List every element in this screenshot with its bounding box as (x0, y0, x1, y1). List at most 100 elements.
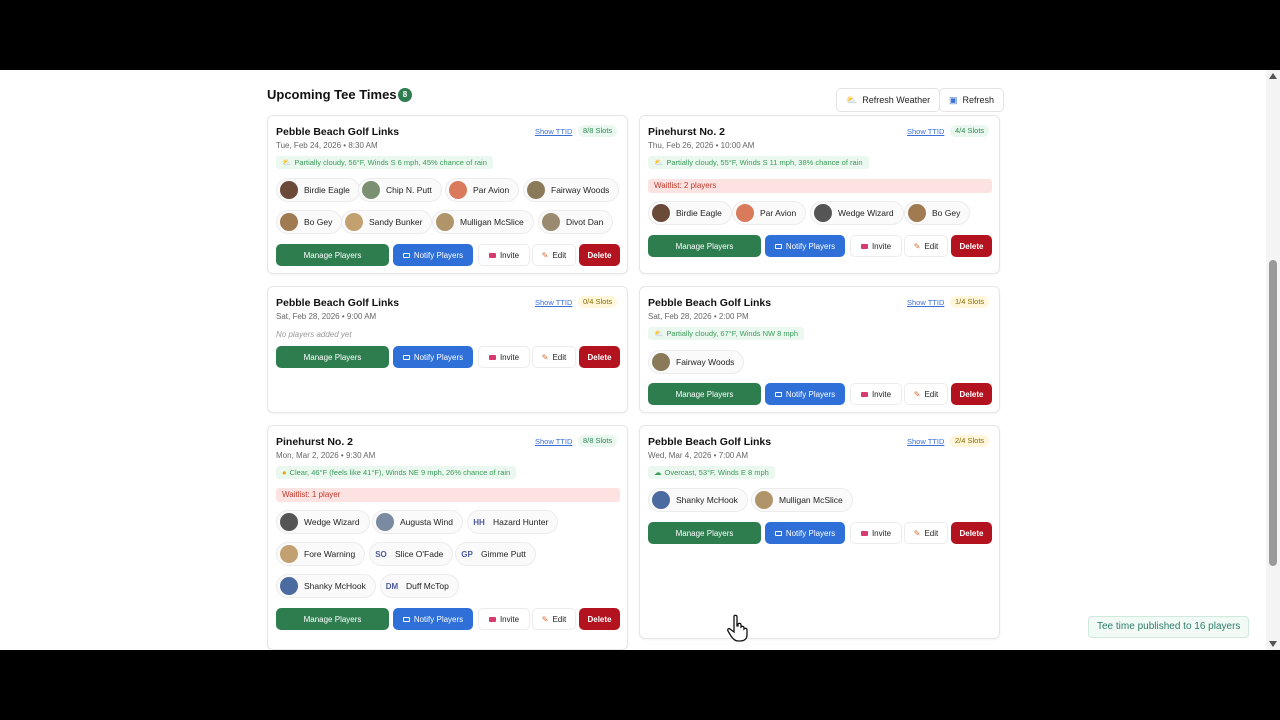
invite-button[interactable]: Invite (850, 383, 902, 405)
player-chip[interactable]: Mulligan McSlice (751, 488, 853, 512)
player-chip[interactable]: Wedge Wizard (276, 510, 370, 534)
delete-button[interactable]: Delete (579, 244, 620, 266)
player-chip[interactable]: Par Avion (732, 201, 807, 225)
player-chip[interactable]: Shanky McHook (276, 574, 376, 598)
initials-avatar: DM (385, 581, 399, 591)
pencil-icon: ✎ (913, 528, 921, 538)
player-chip[interactable]: Sandy Bunker (341, 210, 433, 234)
edit-button[interactable]: ✎ Edit (532, 608, 576, 630)
player-chip[interactable]: GP Gimme Putt (455, 542, 536, 566)
player-chip[interactable]: Augusta Wind (372, 510, 463, 534)
avatar (280, 213, 298, 231)
player-chip[interactable]: DM Duff McTop (380, 574, 459, 598)
pencil-icon: ✎ (913, 241, 921, 251)
show-ttid-link[interactable]: Show TTID (535, 298, 572, 307)
initials-avatar: HH (473, 517, 485, 527)
avatar (527, 181, 545, 199)
edit-button[interactable]: ✎ Edit (904, 383, 948, 405)
invite-button[interactable]: Invite (478, 346, 530, 368)
slots-badge: 2/4 Slots (950, 435, 990, 447)
overcast-icon: ☁ (654, 468, 662, 477)
weather-info: ☁ Overcast, 53°F, Winds E 8 mph (648, 466, 775, 479)
manage-players-button[interactable]: Manage Players (276, 346, 389, 368)
manage-players-button[interactable]: Manage Players (648, 522, 761, 544)
notify-icon (402, 616, 410, 622)
mail-icon (860, 243, 868, 249)
player-chip[interactable]: HH Hazard Hunter (467, 510, 559, 534)
player-chip[interactable]: Birdie Eagle (648, 201, 732, 225)
player-chip[interactable]: Mulligan McSlice (432, 210, 534, 234)
notify-players-button[interactable]: Notify Players (393, 346, 473, 368)
main-viewport: Upcoming Tee Times 8 ⛅ Refresh Weather ▣… (0, 70, 1280, 650)
refresh-weather-button[interactable]: ⛅ Refresh Weather (836, 88, 941, 112)
avatar (436, 213, 454, 231)
player-chip[interactable]: Birdie Eagle (276, 178, 360, 202)
vertical-scrollbar[interactable] (1266, 70, 1280, 650)
show-ttid-link[interactable]: Show TTID (907, 437, 944, 446)
invite-button[interactable]: Invite (850, 522, 902, 544)
scrollbar-thumb[interactable] (1269, 260, 1277, 566)
scroll-down-icon[interactable] (1269, 641, 1277, 647)
show-ttid-link[interactable]: Show TTID (535, 127, 572, 136)
player-chip[interactable]: Wedge Wizard (810, 201, 904, 225)
course-name: Pinehurst No. 2 (648, 126, 726, 138)
notify-icon (774, 391, 782, 397)
player-chip[interactable]: Bo Gey (904, 201, 971, 225)
weather-info: ● Clear, 46°F (feels like 41°F), Winds NE… (276, 466, 517, 479)
show-ttid-link[interactable]: Show TTID (907, 127, 944, 136)
cloud-icon: ⛅ (282, 158, 292, 167)
pencil-icon: ✎ (541, 352, 549, 362)
refresh-weather-label: Refresh Weather (862, 95, 931, 105)
avatar (280, 513, 298, 531)
invite-button[interactable]: Invite (850, 235, 902, 257)
invite-button[interactable]: Invite (478, 244, 530, 266)
notify-players-button[interactable]: Notify Players (765, 383, 845, 405)
player-chip[interactable]: SO Slice O'Fade (369, 542, 454, 566)
notify-icon (774, 530, 782, 536)
edit-button[interactable]: ✎ Edit (904, 522, 948, 544)
invite-button[interactable]: Invite (478, 608, 530, 630)
notify-players-button[interactable]: Notify Players (765, 522, 845, 544)
notify-players-button[interactable]: Notify Players (393, 244, 473, 266)
edit-button[interactable]: ✎ Edit (532, 346, 576, 368)
player-chip[interactable]: Chip N. Putt (358, 178, 442, 202)
manage-players-button[interactable]: Manage Players (276, 244, 389, 266)
edit-button[interactable]: ✎ Edit (532, 244, 576, 266)
avatar (449, 181, 467, 199)
refresh-button[interactable]: ▣ Refresh (939, 88, 1005, 112)
delete-button[interactable]: Delete (579, 346, 620, 368)
delete-button[interactable]: Delete (579, 608, 620, 630)
notify-players-button[interactable]: Notify Players (393, 608, 473, 630)
player-chip[interactable]: Divot Dan (538, 210, 614, 234)
show-ttid-link[interactable]: Show TTID (535, 437, 572, 446)
avatar (280, 577, 298, 595)
manage-players-button[interactable]: Manage Players (276, 608, 389, 630)
notify-players-button[interactable]: Notify Players (765, 235, 845, 257)
tee-time-card: Pinehurst No. 2 Thu, Feb 26, 2026 • 10:0… (639, 115, 1000, 274)
manage-players-button[interactable]: Manage Players (648, 383, 761, 405)
delete-button[interactable]: Delete (951, 383, 992, 405)
sun-cloud-icon: ⛅ (846, 94, 858, 105)
manage-players-button[interactable]: Manage Players (648, 235, 761, 257)
scroll-up-icon[interactable] (1269, 73, 1277, 79)
delete-button[interactable]: Delete (951, 522, 992, 544)
avatar (362, 181, 380, 199)
player-chip[interactable]: Fairway Woods (648, 350, 745, 374)
edit-button[interactable]: ✎ Edit (904, 235, 948, 257)
slots-badge: 8/8 Slots (578, 125, 618, 137)
mail-icon (860, 391, 868, 397)
avatar (652, 353, 670, 371)
slots-badge: 8/8 Slots (578, 435, 618, 447)
mail-icon (860, 530, 868, 536)
avatar (542, 213, 560, 231)
show-ttid-link[interactable]: Show TTID (907, 298, 944, 307)
player-chip[interactable]: Fairway Woods (523, 178, 620, 202)
cloud-icon: ⛅ (654, 329, 664, 338)
tee-date: Mon, Mar 2, 2026 • 9:30 AM (276, 451, 376, 460)
delete-button[interactable]: Delete (951, 235, 992, 257)
player-chip[interactable]: Fore Warning (276, 542, 366, 566)
player-chip[interactable]: Par Avion (445, 178, 520, 202)
player-chip[interactable]: Bo Gey (276, 210, 343, 234)
tee-time-card: Pebble Beach Golf Links Sat, Feb 28, 202… (267, 286, 628, 413)
player-chip[interactable]: Shanky McHook (648, 488, 748, 512)
